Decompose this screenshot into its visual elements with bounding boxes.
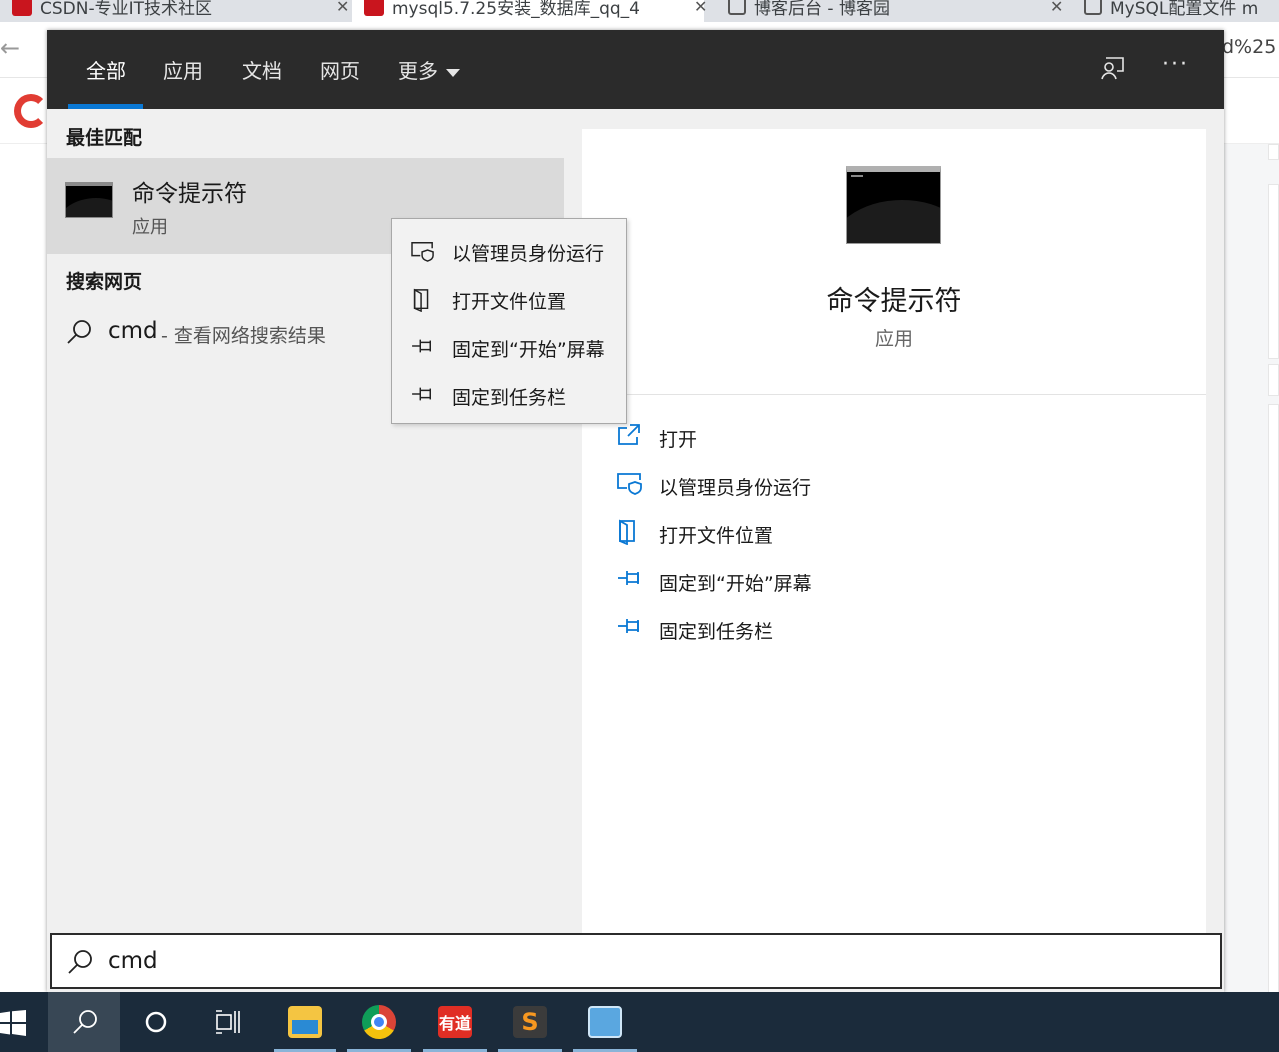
cnblogs-favicon-icon xyxy=(728,0,746,15)
control-panel-icon[interactable] xyxy=(573,992,637,1052)
address-bar-text[interactable]: d%25 xyxy=(1222,36,1276,58)
sublime-text-icon[interactable]: S xyxy=(498,992,562,1052)
close-icon[interactable]: ✕ xyxy=(1050,0,1063,16)
command-prompt-icon xyxy=(846,166,941,244)
cortana-icon[interactable] xyxy=(120,992,192,1052)
tab-more[interactable]: 更多 xyxy=(398,55,460,84)
csdn-logo-icon xyxy=(14,94,48,128)
preview-app-type: 应用 xyxy=(874,328,913,350)
tab-all[interactable]: 全部 xyxy=(86,55,126,84)
browser-tab-title: CSDN-专业IT技术社区 xyxy=(40,0,213,19)
search-icon xyxy=(66,948,94,980)
browser-tab[interactable]: CSDN-专业IT技术社区 ✕ xyxy=(0,0,349,22)
menu-item-pin-to-start[interactable]: 固定到“开始”屏幕 xyxy=(392,323,626,369)
taskbar: 有道 S xyxy=(0,992,1279,1052)
admin-shield-icon xyxy=(410,240,436,266)
menu-item-pin-to-taskbar[interactable]: 固定到任务栏 xyxy=(392,371,626,417)
browser-tab-title: mysql5.7.25安装_数据库_qq_4 xyxy=(392,0,640,19)
pin-icon xyxy=(410,336,436,360)
youdao-icon-label: 有道 xyxy=(438,1006,472,1038)
search-icon xyxy=(65,318,93,350)
file-explorer-icon-band xyxy=(292,1020,318,1034)
feedback-icon[interactable] xyxy=(1100,55,1126,85)
tab-more-label: 更多 xyxy=(398,59,438,83)
chrome-icon[interactable] xyxy=(347,992,411,1052)
chrome-icon-center xyxy=(371,1014,387,1030)
pin-icon xyxy=(410,384,436,408)
youdao-icon[interactable]: 有道 xyxy=(423,992,487,1052)
browser-tab[interactable]: MySQL配置文件 m xyxy=(1072,0,1279,22)
tab-documents[interactable]: 文档 xyxy=(242,55,282,84)
menu-item-label: 固定到“开始”屏幕 xyxy=(452,339,605,361)
browser-tab-strip: CSDN-专业IT技术社区 ✕ mysql5.7.25安装_数据库_qq_4 ✕… xyxy=(0,0,1279,22)
task-view-icon[interactable] xyxy=(192,992,264,1052)
best-match-heading: 最佳匹配 xyxy=(66,127,143,149)
web-search-query: cmd xyxy=(108,318,158,344)
side-widget xyxy=(1268,144,1279,160)
menu-item-label: 固定到任务栏 xyxy=(452,387,567,409)
browser-tab-active[interactable]: mysql5.7.25安装_数据库_qq_4 ✕ xyxy=(352,0,707,22)
action-run-as-admin[interactable]: 以管理员身份运行 xyxy=(616,469,1016,501)
web-search-heading: 搜索网页 xyxy=(66,271,143,293)
control-panel-icon-shape xyxy=(588,1006,622,1038)
tab-apps[interactable]: 应用 xyxy=(163,55,203,84)
preview-app-name: 命令提示符 xyxy=(826,286,962,317)
pin-icon xyxy=(616,615,644,641)
side-widget xyxy=(1268,184,1279,359)
action-pin-to-taskbar[interactable]: 固定到任务栏 xyxy=(616,613,1016,645)
context-menu: 以管理员身份运行 打开文件位置 固定到“开始”屏幕 固定到任务栏 xyxy=(391,218,627,424)
best-match-type: 应用 xyxy=(132,217,168,238)
action-open[interactable]: 打开 xyxy=(616,421,1016,453)
more-options-icon[interactable]: ··· xyxy=(1162,52,1189,77)
command-prompt-icon xyxy=(65,182,113,218)
csdn-favicon-icon xyxy=(364,0,384,16)
search-filter-bar: 全部 应用 文档 网页 更多 ··· xyxy=(47,30,1224,109)
file-location-icon xyxy=(616,519,640,549)
action-label: 以管理员身份运行 xyxy=(659,477,812,499)
action-label: 打开 xyxy=(659,429,698,451)
menu-item-run-as-admin[interactable]: 以管理员身份运行 xyxy=(392,227,626,273)
menu-item-open-file-location[interactable]: 打开文件位置 xyxy=(392,275,626,321)
action-label: 固定到任务栏 xyxy=(659,621,774,643)
windows-start-icon[interactable] xyxy=(0,992,48,1052)
sublime-text-icon-glyph: S xyxy=(513,1006,547,1038)
search-icon[interactable] xyxy=(48,992,120,1052)
result-preview-pane: 命令提示符 应用 打开 以管理员身份运行 打开文件位置 固定到“开始”屏幕 固定… xyxy=(582,129,1206,933)
file-explorer-icon[interactable] xyxy=(274,992,336,1052)
menu-item-label: 以管理员身份运行 xyxy=(452,243,605,265)
close-icon[interactable]: ✕ xyxy=(694,0,707,16)
search-input-value[interactable]: cmd xyxy=(108,948,158,974)
open-external-icon xyxy=(616,423,642,451)
side-widget xyxy=(1268,364,1279,396)
cnblogs-favicon-icon xyxy=(1084,0,1102,15)
browser-tab[interactable]: 博客后台 - 博客园 ✕ xyxy=(716,0,1063,22)
web-search-hint: - 查看网络搜索结果 xyxy=(161,325,326,347)
file-location-icon xyxy=(410,288,434,316)
side-widget xyxy=(1268,404,1279,1052)
page-side-strip xyxy=(1224,144,1279,1052)
action-label: 打开文件位置 xyxy=(659,525,774,547)
close-icon[interactable]: ✕ xyxy=(336,0,349,16)
admin-shield-icon xyxy=(616,471,644,499)
divider xyxy=(582,394,1206,395)
tab-web[interactable]: 网页 xyxy=(320,55,360,84)
csdn-favicon-icon xyxy=(12,0,32,16)
chevron-down-icon xyxy=(446,68,460,77)
pin-icon xyxy=(616,567,644,593)
action-open-file-location[interactable]: 打开文件位置 xyxy=(616,517,1016,549)
search-input[interactable]: cmd xyxy=(50,933,1222,989)
browser-tab-title: MySQL配置文件 m xyxy=(1110,0,1259,19)
menu-item-label: 打开文件位置 xyxy=(452,291,567,313)
action-label: 固定到“开始”屏幕 xyxy=(659,573,812,595)
best-match-name: 命令提示符 xyxy=(132,181,247,207)
action-pin-to-start[interactable]: 固定到“开始”屏幕 xyxy=(616,565,1016,597)
windows-search-panel: 全部 应用 文档 网页 更多 ··· 最佳匹配 命令提示符 应用 搜索网页 cm… xyxy=(47,30,1224,992)
browser-tab-title: 博客后台 - 博客园 xyxy=(754,0,890,19)
back-arrow-icon[interactable]: ← xyxy=(0,34,22,62)
